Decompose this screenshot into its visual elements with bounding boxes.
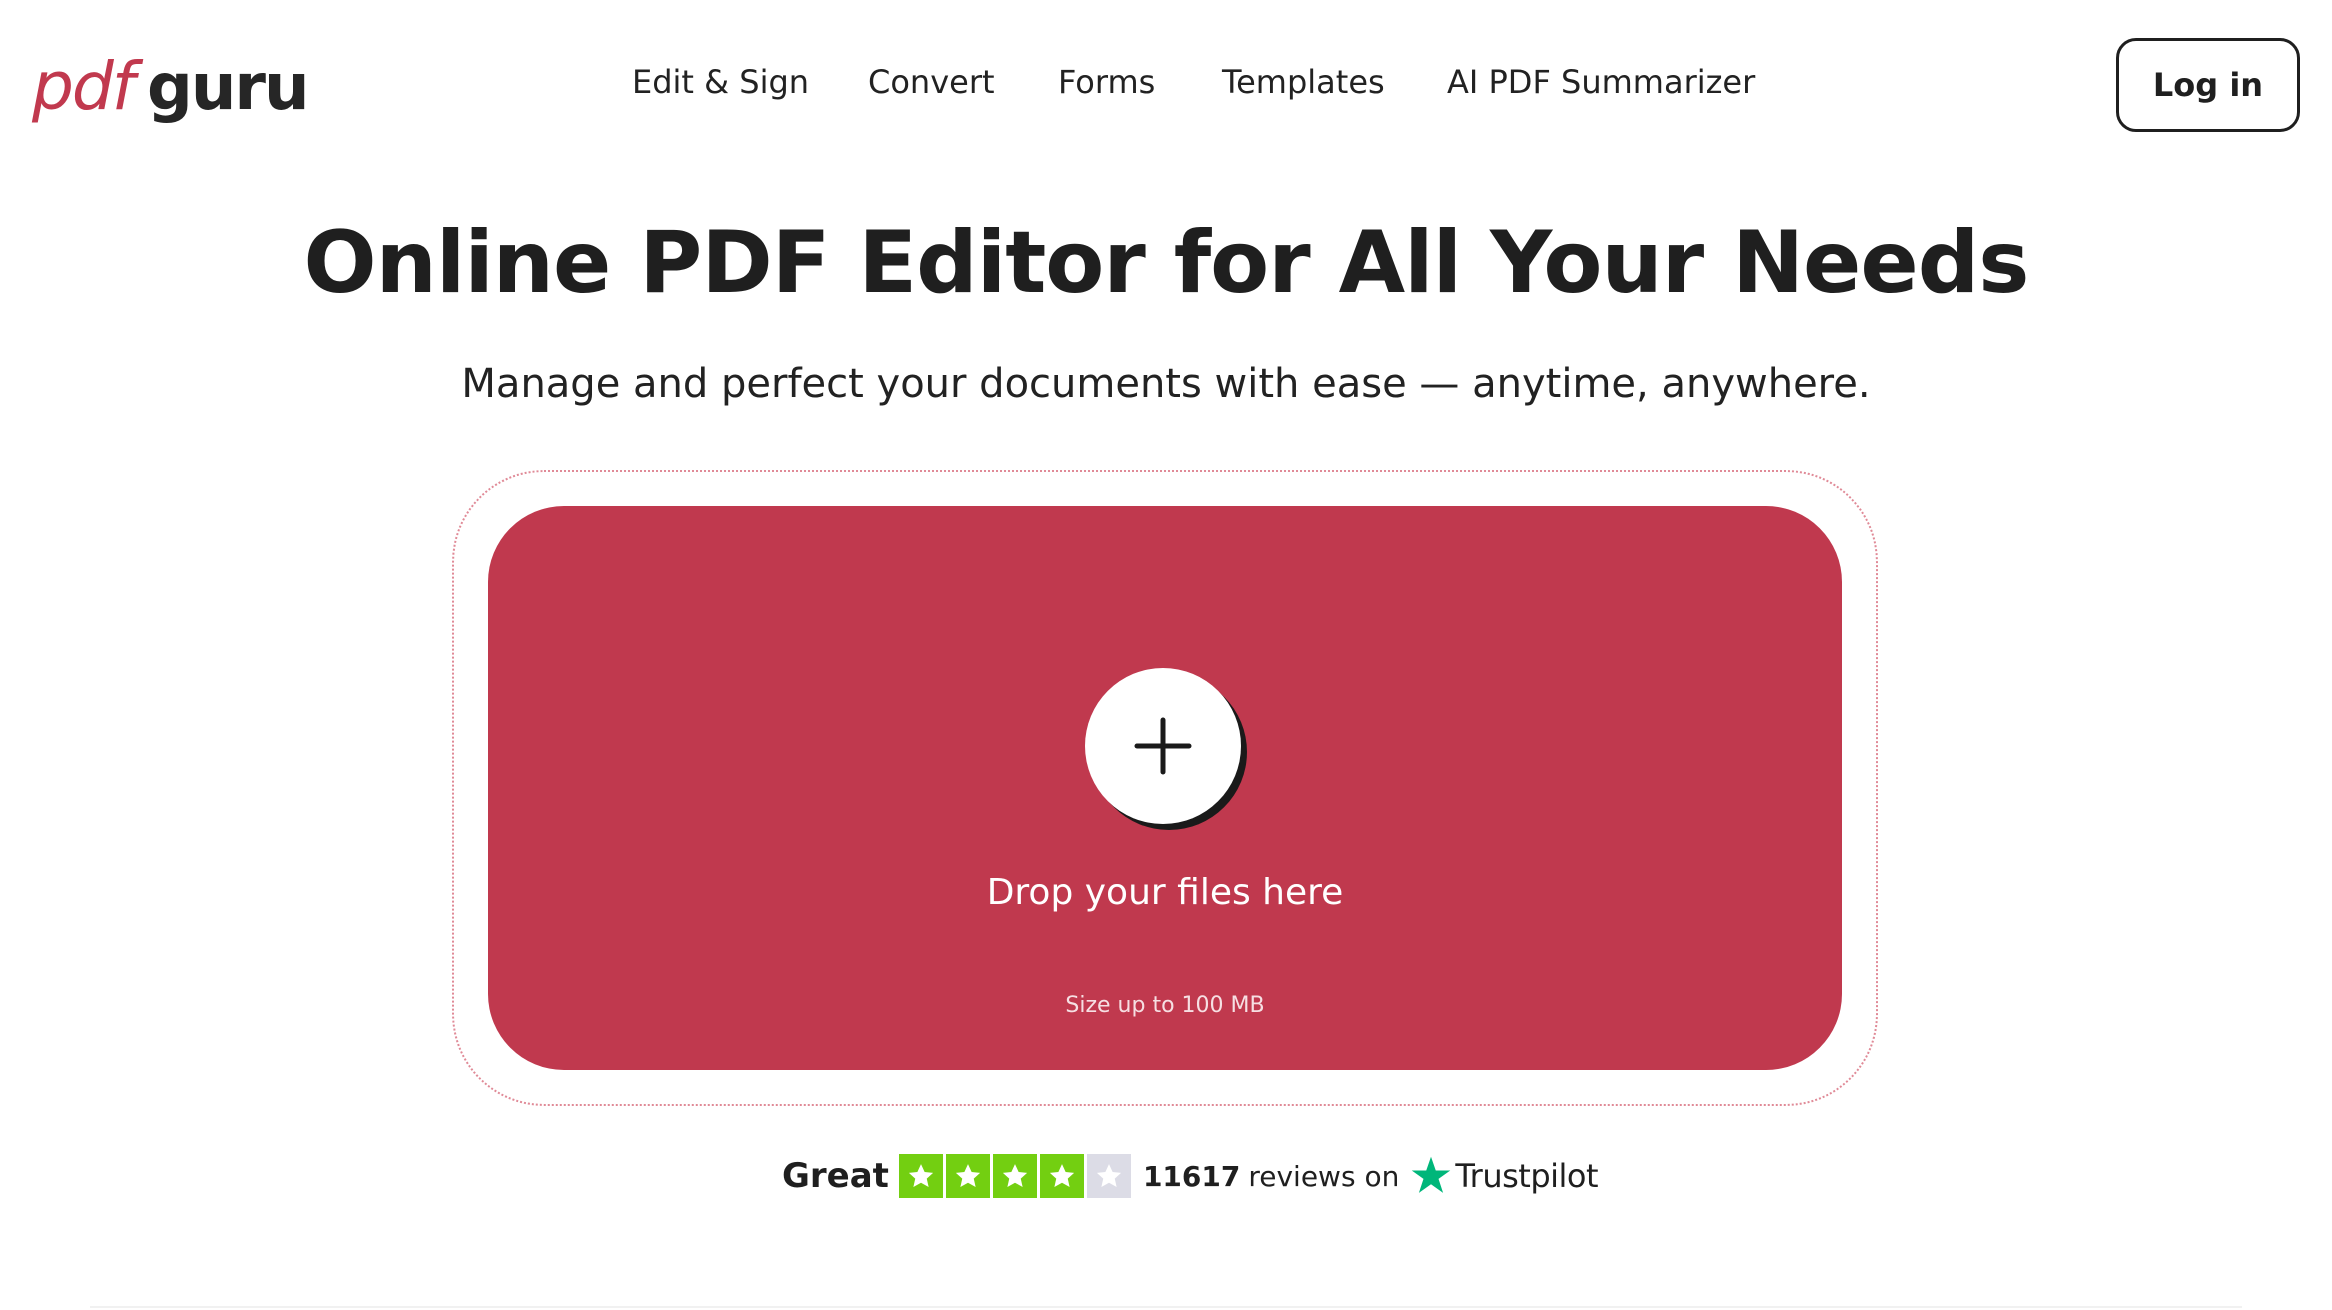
page: pdf guru Edit & Sign Convert Forms Templ…: [0, 0, 2332, 1310]
star-empty-icon: [1086, 1154, 1131, 1198]
review-count: 11617: [1142, 1159, 1241, 1193]
login-button[interactable]: Log in: [2116, 38, 2300, 132]
size-limit-text: Size up to 100 MB: [1065, 993, 1265, 1018]
file-dropzone[interactable]: Drop your files here Size up to 100 MB: [488, 506, 1842, 1070]
add-file-button[interactable]: [1085, 668, 1241, 824]
nav-convert[interactable]: Convert: [868, 58, 995, 106]
star-icon: [1039, 1154, 1084, 1198]
top-header: pdf guru Edit & Sign Convert Forms Templ…: [0, 0, 2332, 170]
pdfguru-logo[interactable]: pdf guru: [32, 48, 310, 125]
trustpilot-brand: Trustpilot: [1455, 1157, 1599, 1195]
page-title: Online PDF Editor for All Your Needs: [303, 213, 2030, 313]
trustpilot-widget[interactable]: Great 11617 reviews on Trustpilot: [782, 1146, 1599, 1206]
rating-word: Great: [782, 1156, 889, 1196]
nav-forms[interactable]: Forms: [1058, 58, 1155, 106]
nav-ai-pdf-summarizer[interactable]: AI PDF Summarizer: [1447, 58, 1755, 106]
reviews-on-text: reviews on: [1248, 1159, 1400, 1193]
star-icon: [898, 1154, 943, 1198]
rating-stars: [898, 1154, 1131, 1198]
star-icon: [945, 1154, 990, 1198]
nav-edit-sign[interactable]: Edit & Sign: [632, 58, 809, 106]
star-icon: [992, 1154, 1037, 1198]
section-divider: [90, 1306, 2242, 1308]
plus-icon: [1134, 717, 1192, 775]
logo-pdf-text: pdf: [32, 48, 135, 125]
nav-templates[interactable]: Templates: [1222, 58, 1385, 106]
dropzone-label: Drop your files here: [986, 872, 1344, 913]
trustpilot-logo[interactable]: Trustpilot: [1409, 1154, 1599, 1198]
trustpilot-star-icon: [1409, 1154, 1453, 1198]
page-subtitle: Manage and perfect your documents with e…: [461, 361, 1871, 407]
logo-guru-text: guru: [147, 51, 309, 125]
